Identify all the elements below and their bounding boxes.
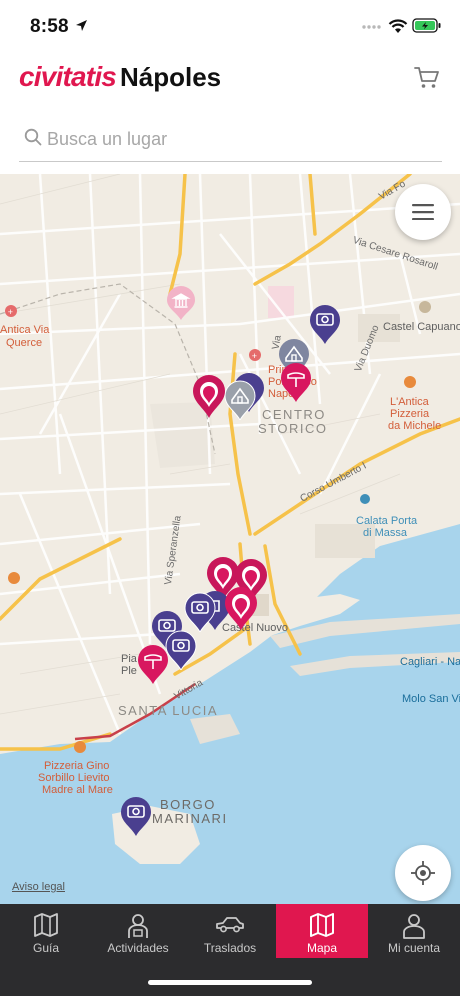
locate-me-button[interactable] [395,845,451,901]
map-label-ferry: Cagliari - Na [400,656,460,668]
tab-traslados[interactable]: Traslados [184,904,276,958]
photo-spot-pin[interactable] [165,630,197,670]
cart-icon[interactable] [414,66,440,90]
user-icon [403,914,425,939]
food-pin[interactable] [280,362,312,402]
car-icon [216,917,244,933]
map-icon [310,913,334,937]
map-label-district: CENTRO [262,407,326,422]
status-bar: 8:58 [0,0,460,50]
map-view[interactable]: + + Via Fo Via Cesare Rosaroll Antica Vi… [0,174,460,904]
map-label-district: STORICO [258,421,328,436]
map-label-district: BORGO [160,797,216,812]
map-label-poi: Antica Via [0,324,50,336]
map-label-poi: Castel Capuano [383,321,460,333]
tab-mapa[interactable]: Mapa [276,904,368,958]
map-label-district: MARINARI [152,811,228,826]
search-input[interactable] [47,124,427,154]
wifi-icon [388,19,408,33]
guide-person-icon [128,914,148,938]
food-pin[interactable] [192,374,226,418]
app-header: civitatis Nápoles [0,54,460,106]
sight-pin[interactable] [224,380,256,420]
search-bar [19,116,442,162]
tab-label: Guía [32,941,59,955]
map-label-poi: Querce [6,337,43,349]
legal-link[interactable]: Aviso legal [12,881,65,893]
food-pin[interactable] [224,586,258,630]
map-label-poi: da Michele [388,420,442,432]
museum-icon[interactable] [166,286,196,320]
home-indicator [148,980,312,985]
map-book-icon [34,913,58,937]
tab-label: Traslados [203,941,257,955]
tab-mi-cuenta[interactable]: Mi cuenta [368,904,460,958]
svg-text:+: + [8,307,13,317]
brand-logo[interactable]: civitatis [19,61,117,93]
status-time: 8:58 [30,16,69,37]
tab-label: Mapa [306,941,338,955]
signal-icon [362,25,381,29]
tab-label: Actividades [107,941,169,955]
photo-spot-pin[interactable] [309,304,341,344]
map-label-water: di Massa [363,527,408,539]
tab-bar: Guía Actividades Traslados Mapa Mi cuent… [0,904,460,996]
map-label-poi: Madre al Mare [42,784,113,796]
tab-actividades[interactable]: Actividades [92,904,184,958]
locate-me-icon [411,861,435,885]
svg-text:+: + [252,351,257,361]
map-label-ferry: Molo San Vi [402,693,460,705]
map-menu-button[interactable] [395,184,451,240]
map-label-poi: Ple [121,665,137,677]
map-label-district: SANTA LUCIA [118,703,219,718]
tab-guia[interactable]: Guía [0,904,92,958]
photo-spot-pin[interactable] [184,592,216,632]
tab-label: Mi cuenta [387,941,441,955]
hamburger-menu-icon [412,204,434,220]
search-icon [24,128,42,146]
battery-icon [412,18,441,33]
location-arrow-icon [76,20,87,31]
food-pin[interactable] [137,644,169,684]
photo-spot-pin[interactable] [120,796,152,836]
page-title: Nápoles [120,62,222,92]
